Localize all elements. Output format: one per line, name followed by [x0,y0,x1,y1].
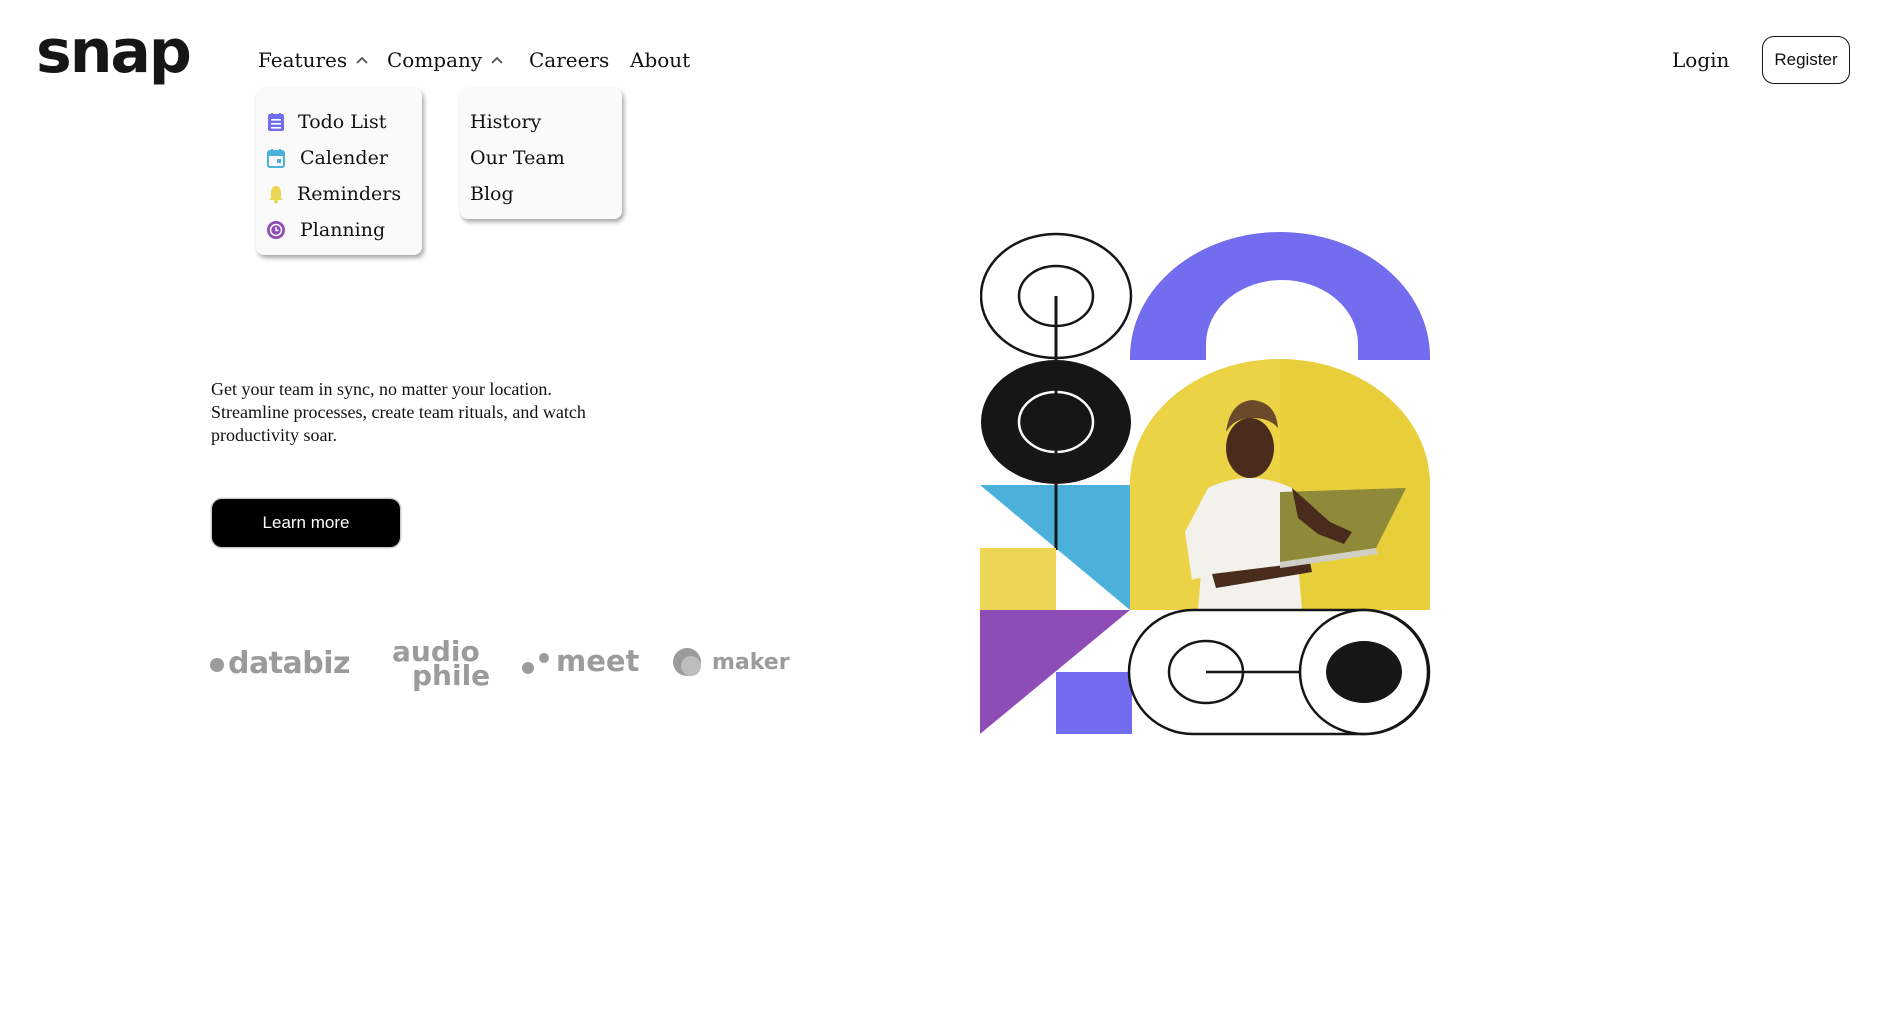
hero-illustration [980,232,1431,736]
nav-careers[interactable]: Careers [529,48,609,72]
todo-list-icon [268,113,284,131]
person-photo [1130,359,1430,610]
nav-features[interactable]: Features [258,48,369,72]
client-logos: databiz audio phile meet maker [210,638,810,700]
purple-square-shape [1056,672,1132,734]
maker-logo: maker [672,646,790,676]
company-dropdown: History Our Team Blog [460,88,622,219]
pill-outline-shape [1127,608,1431,736]
databiz-logo-text: databiz [228,646,351,681]
databiz-logo: databiz [210,646,351,681]
clock-icon [267,221,285,239]
meet-logo: meet [520,644,639,678]
purple-arch-shape [1130,232,1430,360]
calendar-icon [267,149,285,168]
yellow-square-shape [980,548,1056,610]
meet-dots-icon [522,653,549,674]
menu-item-label: Calender [300,147,388,169]
nav-features-label: Features [258,48,348,72]
learn-more-button[interactable]: Learn more [212,499,400,547]
databiz-dot-icon [210,658,224,672]
menu-item-history[interactable]: History [470,110,541,134]
features-dropdown: Todo List Calender Reminders Planning [256,88,422,255]
login-link[interactable]: Login [1672,48,1729,72]
menu-item-our-team[interactable]: Our Team [470,146,565,170]
menu-item-label: Reminders [297,183,402,205]
snap-logo[interactable]: snap [36,22,192,82]
register-button[interactable]: Register [1762,36,1850,84]
chevron-up-icon [356,56,368,64]
audiophile-logo: audio phile [392,638,492,690]
maker-logo-text: maker [712,650,790,675]
hero-description: Get your team in sync, no matter your lo… [211,379,586,445]
menu-item-blog[interactable]: Blog [470,182,514,206]
menu-item-label: Planning [300,219,386,241]
nav-company-label: Company [387,48,483,72]
bell-icon [269,186,283,204]
menu-item-label: Todo List [298,111,387,133]
hero-title-line2: remote work [211,287,419,329]
nav-company[interactable]: Company [387,48,504,72]
nav-about[interactable]: About [630,48,690,72]
chevron-up-icon [491,56,503,64]
